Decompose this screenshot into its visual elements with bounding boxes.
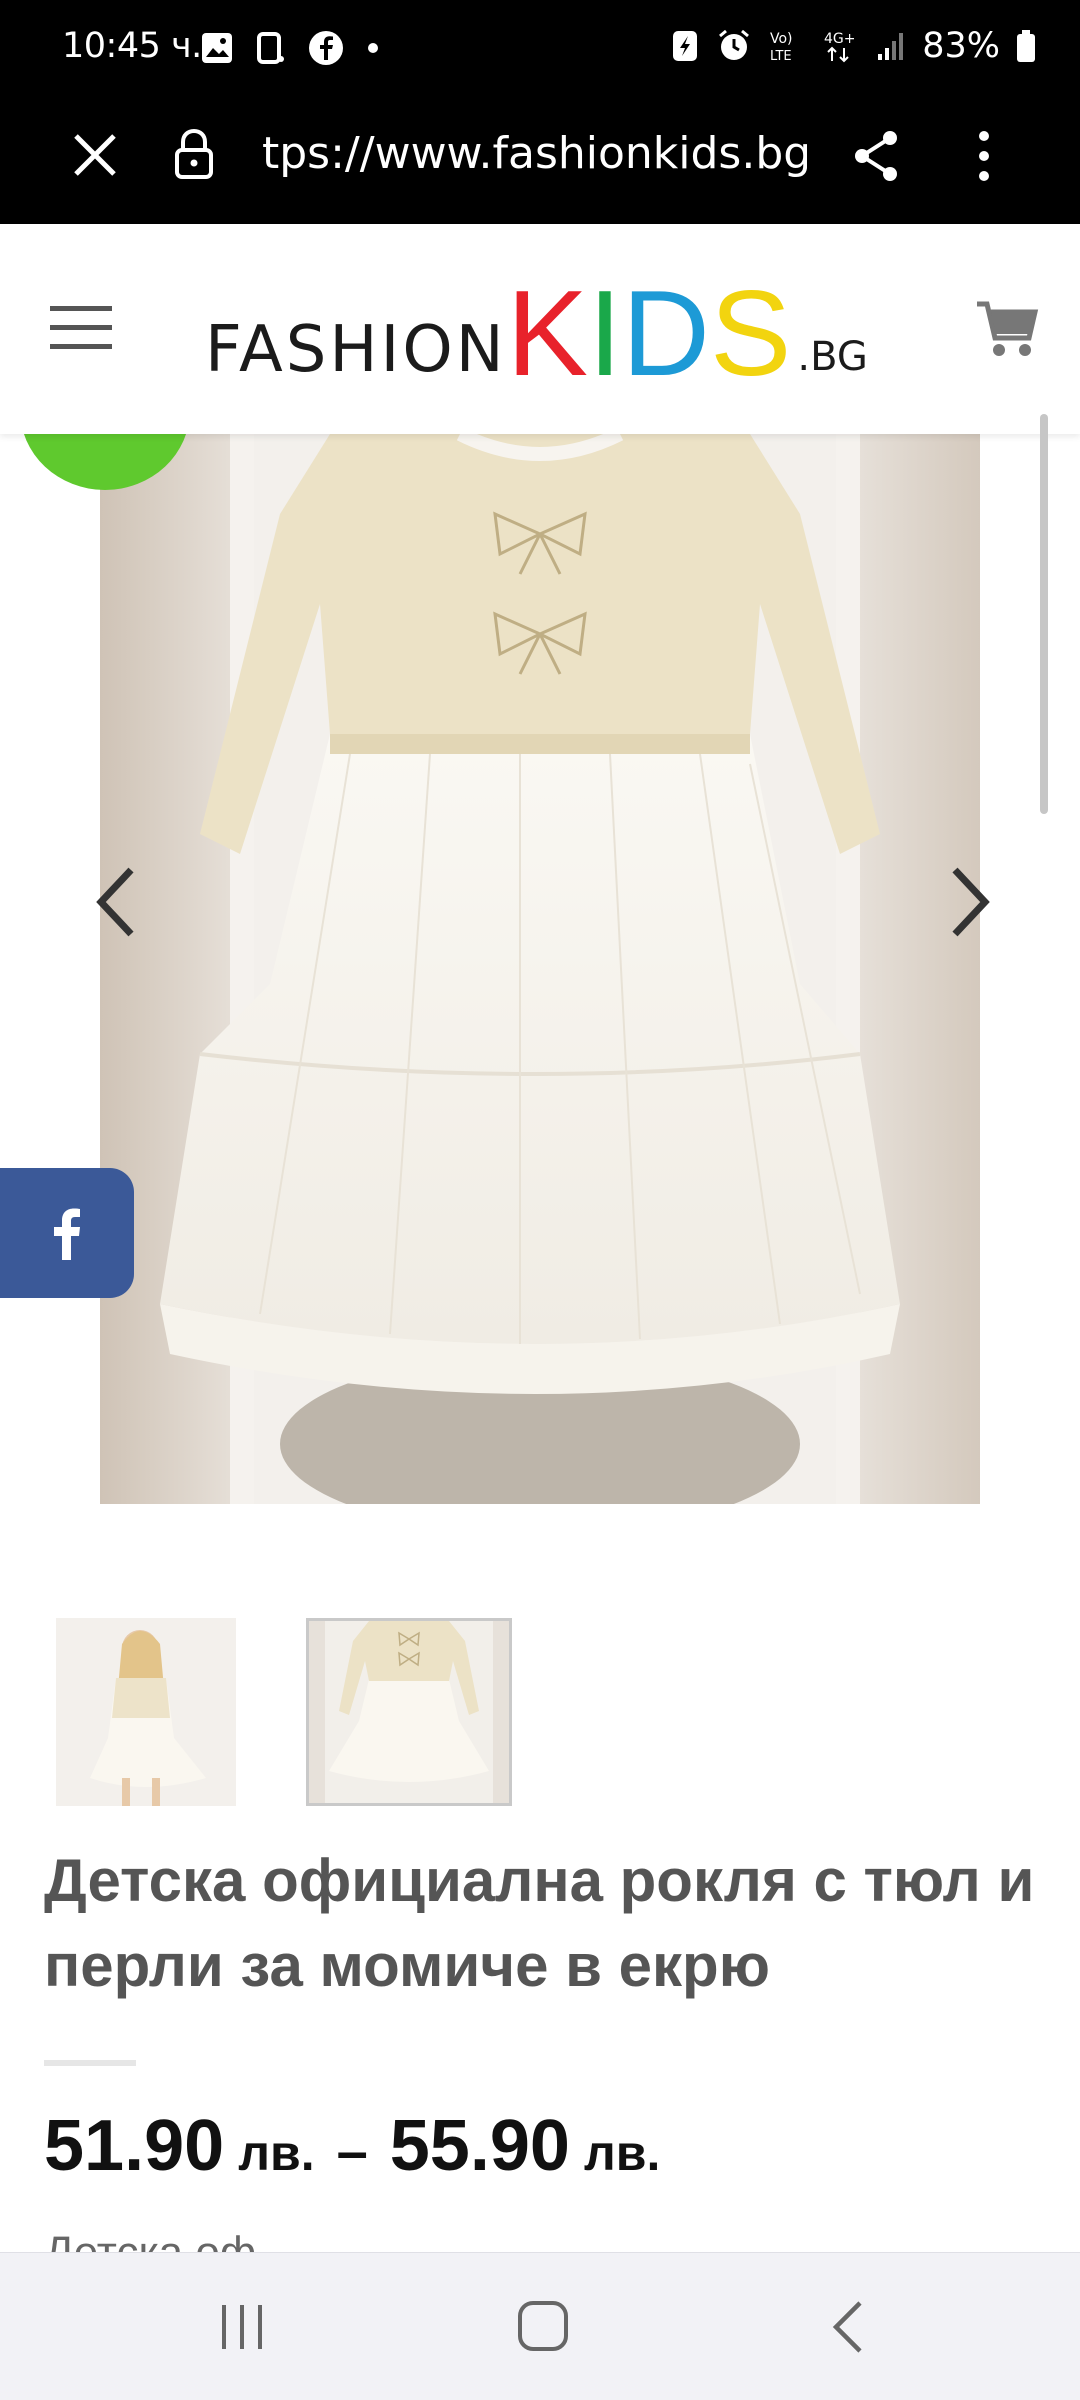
hamburger-menu-icon[interactable] (50, 304, 112, 352)
price-range: 51.90 лв. – 55.90 лв. (44, 2105, 660, 2187)
notification-icons (200, 30, 380, 66)
close-icon[interactable] (70, 130, 120, 180)
price-min: 51.90 (44, 2106, 225, 2186)
back-icon[interactable] (828, 2299, 868, 2355)
lock-icon[interactable] (172, 126, 216, 182)
battery-percent: 83% (922, 26, 1000, 66)
svg-text:Vo): Vo) (770, 31, 793, 47)
status-bar: 10:45 ч. Vo) LTE 4G+ 83% (0, 0, 1080, 98)
status-right: Vo) LTE 4G+ 83% (670, 26, 1036, 66)
battery-icon (1017, 30, 1035, 62)
signal-icon (878, 33, 904, 60)
price-max: 55.90 (389, 2106, 570, 2186)
app-notification-icon (257, 32, 284, 64)
logo-i: I (587, 265, 622, 401)
logo-d: D (621, 265, 710, 401)
thumbnail-1[interactable] (56, 1618, 236, 1806)
battery-saver-icon (673, 31, 698, 61)
chevron-left-icon[interactable] (86, 862, 146, 942)
product-gallery[interactable] (0, 434, 1080, 1504)
home-icon[interactable] (516, 2299, 570, 2353)
thumbnail-1-image (56, 1618, 236, 1806)
scrollbar-thumb[interactable] (1040, 414, 1048, 814)
logo-s: S (709, 265, 792, 401)
facebook-icon (54, 1208, 80, 1260)
title-divider (44, 2060, 136, 2066)
svg-text:LTE: LTE (770, 49, 792, 64)
price-separator: – (336, 2119, 368, 2182)
product-photo[interactable] (100, 434, 980, 1504)
site-logo[interactable]: FASHION K I D S .BG (205, 272, 868, 394)
dot-icon (368, 43, 378, 53)
gallery-icon (202, 33, 232, 63)
recents-icon[interactable] (218, 2303, 268, 2351)
price-min-currency: лв. (238, 2125, 315, 2181)
svg-text:4G+: 4G+ (824, 31, 856, 47)
thumbnail-2[interactable] (306, 1618, 512, 1806)
more-vert-icon[interactable] (974, 128, 994, 184)
share-icon[interactable] (850, 128, 902, 184)
cart-icon[interactable] (975, 298, 1039, 360)
logo-fashion-text: FASHION (205, 313, 507, 387)
dress-image (100, 434, 980, 1504)
status-time: 10:45 ч. (62, 26, 202, 66)
logo-suffix: .BG (797, 334, 868, 380)
facebook-notification-icon (309, 31, 343, 65)
url-field[interactable]: tps://www.fashionkids.bg/p (262, 128, 807, 179)
system-nav-bar (0, 2252, 1080, 2400)
logo-k: K (506, 265, 588, 401)
volte-icon: Vo) LTE (770, 31, 793, 64)
price-max-currency: лв. (583, 2125, 661, 2181)
site-header: FASHION K I D S .BG (0, 224, 1080, 434)
chevron-right-icon[interactable] (940, 862, 1000, 942)
network-4g-icon: 4G+ (824, 31, 856, 63)
facebook-share-button[interactable] (0, 1168, 134, 1298)
product-title: Детска официална рокля с тюл и перли за … (44, 1847, 1035, 1999)
alarm-icon (719, 29, 750, 60)
browser-toolbar: tps://www.fashionkids.bg/p (0, 98, 1080, 224)
thumbnail-2-image (309, 1621, 509, 1803)
